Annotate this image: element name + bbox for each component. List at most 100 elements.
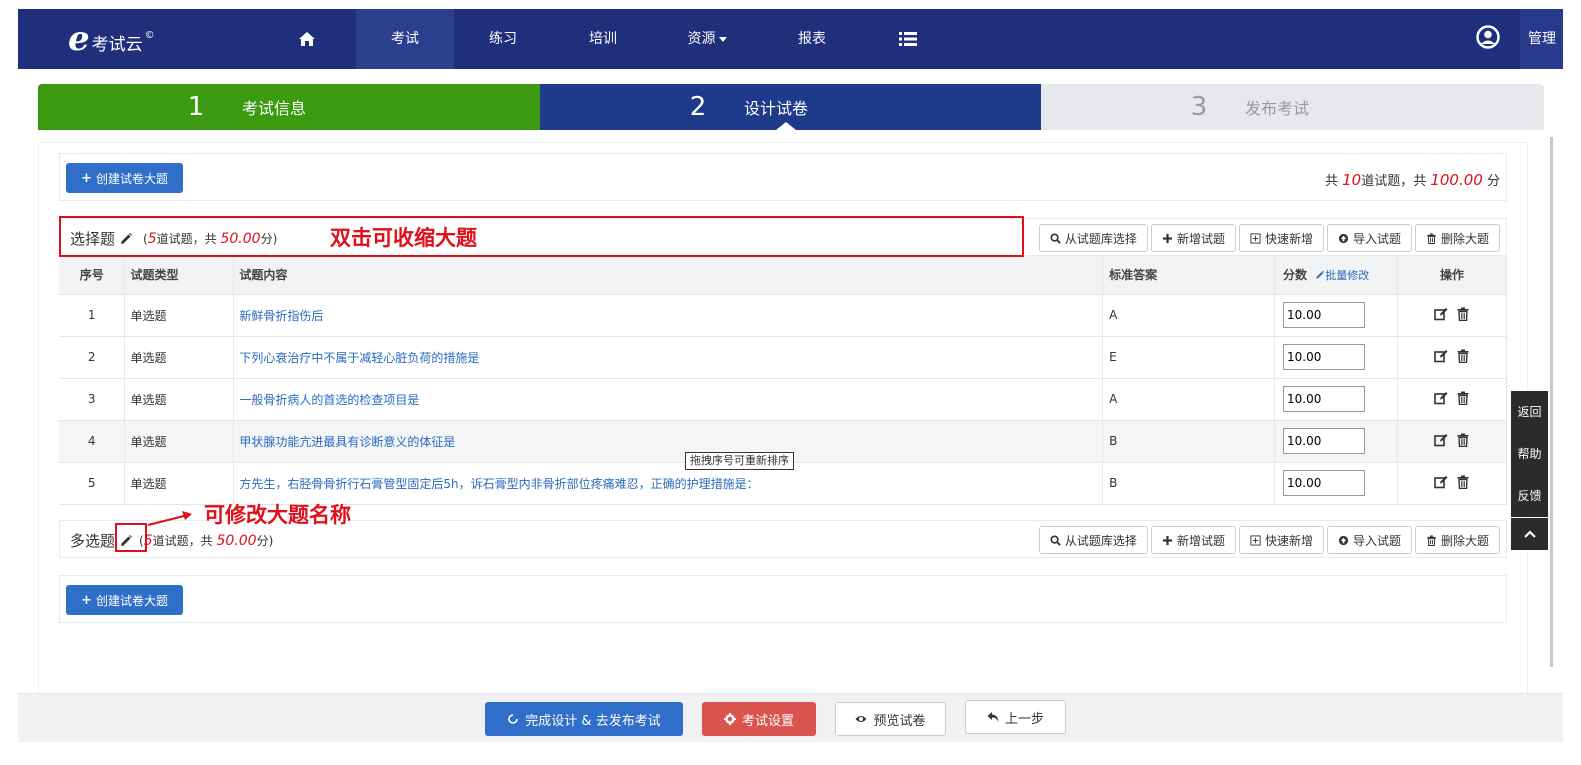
edit-icon[interactable]: [1434, 391, 1448, 405]
row-actions: [1434, 475, 1470, 489]
step-progress: 1 考试信息 2 设计试卷 3 发布考试: [38, 84, 1544, 130]
batch-edit-link[interactable]: 批量修改: [1315, 269, 1369, 282]
batch-edit-label: 批量修改: [1325, 269, 1370, 283]
select-from-bank-button[interactable]: 从试题库选择: [1038, 224, 1148, 252]
nav-practice[interactable]: 练习: [454, 9, 552, 69]
quick-add-button[interactable]: 快速新增: [1238, 526, 1324, 554]
row-actions: [1434, 391, 1470, 405]
import-questions-button[interactable]: 导入试题: [1326, 224, 1412, 252]
paper-summary: 共 10道试题，共 100.00 分: [1325, 170, 1500, 189]
nav-list[interactable]: [873, 9, 943, 69]
gear-icon: [723, 713, 736, 725]
row-content-link[interactable]: 下列心衰治疗中不属于减轻心脏负荷的措施是: [239, 351, 479, 365]
summary-suffix: 分: [1486, 174, 1500, 189]
search-icon: [1050, 232, 1061, 244]
row-answer: A: [1102, 294, 1276, 337]
summary-middle: 道试题，共: [1361, 174, 1427, 189]
col-operation: 操作: [1397, 256, 1507, 295]
button-label: 快速新增: [1264, 533, 1313, 548]
admin-menu[interactable]: 管理: [1520, 9, 1563, 69]
logo[interactable]: e 考试云 ©: [68, 21, 155, 57]
nav-exam[interactable]: 考试: [356, 9, 454, 69]
edit-icon[interactable]: [1434, 349, 1448, 363]
collapse-hint-text: 双击可收缩大题: [330, 225, 477, 250]
row-content-link[interactable]: 新鲜骨折指伤后: [239, 309, 323, 323]
row-content-link[interactable]: 方先生，右胫骨骨折行石膏管型固定后5h，诉石膏型内非骨折部位疼痛难忍，正确的护理…: [239, 477, 758, 491]
trash-icon[interactable]: [1456, 475, 1470, 489]
trash-icon: [1427, 534, 1436, 546]
row-answer: B: [1102, 420, 1276, 463]
side-back-label: 返回: [1517, 405, 1542, 419]
exam-settings-button[interactable]: 考试设置: [702, 702, 816, 736]
top-navbar: e 考试云 © 考试 练习 培训 资源 报表 管理: [18, 9, 1563, 69]
table-header-row: 序号 试题类型 试题内容 标准答案 分数 批量修改 操作: [59, 256, 1507, 295]
plus-icon: +: [81, 170, 92, 186]
trash-icon[interactable]: [1456, 391, 1470, 405]
row-no-drag-handle[interactable]: 3: [59, 378, 126, 421]
rename-hint-text: 可修改大题名称: [204, 502, 351, 527]
side-feedback-label: 反馈: [1517, 489, 1542, 503]
quick-add-button[interactable]: 快速新增: [1238, 224, 1324, 252]
create-section-button[interactable]: + 创建试卷大题: [66, 585, 183, 615]
upload-circle-icon: [1338, 233, 1349, 243]
nav-home[interactable]: [272, 9, 342, 69]
previous-step-button[interactable]: 上一步: [965, 700, 1066, 734]
chevron-up-icon: [1523, 530, 1536, 538]
section-actions: 从试题库选择 新增试题 快速新增 导入试题 删除大题: [1038, 526, 1500, 554]
finish-design-button[interactable]: 完成设计 & 去发布考试: [485, 702, 683, 736]
pencil-icon: [1316, 270, 1325, 279]
add-question-button[interactable]: 新增试题: [1150, 224, 1236, 252]
preview-paper-button[interactable]: 预览试卷: [835, 702, 946, 736]
user-icon[interactable]: [1476, 25, 1500, 49]
select-from-bank-button[interactable]: 从试题库选择: [1038, 526, 1148, 554]
delete-section-button[interactable]: 删除大题: [1414, 526, 1500, 554]
nav-resources[interactable]: 资源: [658, 9, 756, 69]
plus-icon: +: [81, 592, 92, 608]
score-input[interactable]: [1283, 302, 1366, 328]
row-content-link[interactable]: 甲状腺功能亢进最具有诊断意义的体征是: [239, 435, 455, 449]
step-design-paper[interactable]: 2 设计试卷: [540, 84, 1041, 130]
col-score-label: 分数: [1283, 268, 1308, 283]
edit-icon[interactable]: [1434, 475, 1448, 489]
side-back-button[interactable]: 返回: [1511, 391, 1548, 433]
step-number: 3: [1190, 92, 1208, 122]
step-publish-exam[interactable]: 3 发布考试: [1041, 84, 1544, 130]
side-help-button[interactable]: 帮助: [1511, 433, 1548, 475]
reply-arrow-icon: [987, 712, 999, 722]
nav-reports[interactable]: 报表: [763, 9, 861, 69]
row-content-link[interactable]: 一般骨折病人的首选的检查项目是: [239, 393, 419, 407]
nav-training[interactable]: 培训: [554, 9, 652, 69]
create-section-button[interactable]: + 创建试卷大题: [66, 163, 183, 193]
finish-label: 完成设计 & 去发布考试: [525, 713, 661, 729]
row-actions: [1434, 349, 1470, 363]
edit-icon[interactable]: [1434, 433, 1448, 447]
import-questions-button[interactable]: 导入试题: [1326, 526, 1412, 554]
row-no-drag-handle[interactable]: 4: [59, 420, 126, 463]
step-exam-info[interactable]: 1 考试信息: [38, 84, 540, 130]
trash-icon[interactable]: [1456, 349, 1470, 363]
score-input[interactable]: [1283, 344, 1366, 370]
total-questions: 10: [1342, 171, 1362, 189]
row-no-drag-handle[interactable]: 5: [59, 462, 126, 505]
list-icon: [899, 32, 917, 46]
row-no-drag-handle[interactable]: 1: [59, 294, 126, 337]
refresh-icon: [508, 714, 519, 724]
col-type: 试题类型: [124, 256, 235, 295]
scroll-top-button[interactable]: [1511, 518, 1548, 550]
trash-icon[interactable]: [1456, 433, 1470, 447]
create-section-label: 创建试卷大题: [95, 593, 168, 608]
row-no-drag-handle[interactable]: 2: [59, 336, 126, 379]
score-input[interactable]: [1283, 428, 1366, 454]
vertical-scrollbar[interactable]: [1550, 137, 1553, 667]
add-question-button[interactable]: 新增试题: [1150, 526, 1236, 554]
table-row: 2 单选题 下列心衰治疗中不属于减轻心脏负荷的措施是 E: [59, 336, 1507, 379]
score-input[interactable]: [1283, 386, 1366, 412]
trash-icon[interactable]: [1456, 307, 1470, 321]
admin-label: 管理: [1528, 31, 1556, 47]
delete-section-button[interactable]: 删除大题: [1414, 224, 1500, 252]
collapse-hint-box: [59, 216, 1024, 257]
section-name[interactable]: 多选题: [70, 530, 115, 551]
score-input[interactable]: [1283, 470, 1366, 496]
edit-icon[interactable]: [1434, 307, 1448, 321]
side-feedback-button[interactable]: 反馈: [1511, 475, 1548, 517]
